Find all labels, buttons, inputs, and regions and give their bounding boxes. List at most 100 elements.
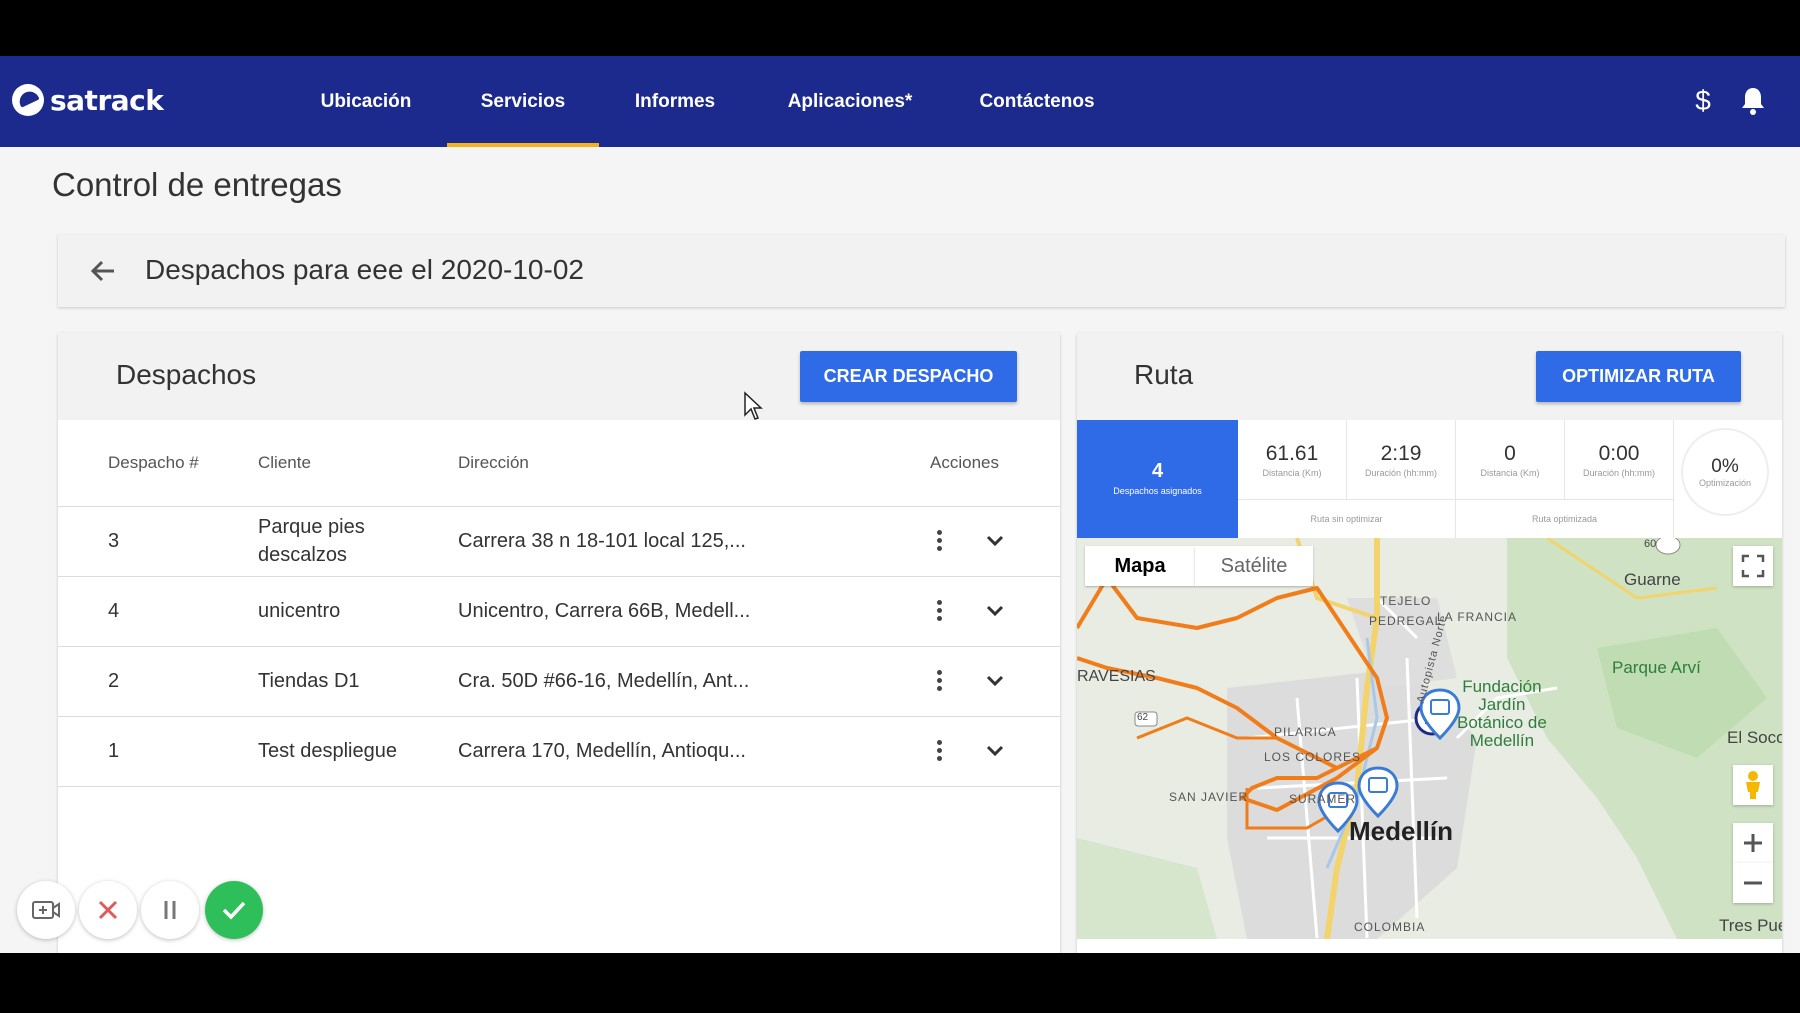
stat-value: 2:19 xyxy=(1380,442,1422,465)
table-row[interactable]: 3 Parque pies descalzos Carrera 38 n 18-… xyxy=(58,506,1060,577)
route-map[interactable]: Mapa Satélite 60 62 Guarne TEJELO PEDREG… xyxy=(1077,538,1782,939)
zoom-out-icon[interactable] xyxy=(1733,863,1773,903)
back-arrow-icon[interactable] xyxy=(86,253,122,289)
page-title: Control de entregas xyxy=(52,166,342,203)
street-view-pegman-icon[interactable] xyxy=(1733,765,1773,805)
row-direccion: Carrera 170, Medellín, Antioqu... xyxy=(458,716,888,787)
subheader-bar: Despachos para eee el 2020-10-02 xyxy=(58,235,1785,307)
chevron-down-icon[interactable] xyxy=(980,526,1010,556)
map-label-suramericana: SURAMER xyxy=(1289,792,1357,806)
more-options-icon[interactable] xyxy=(924,526,954,556)
map-label-tejelo: TEJELO xyxy=(1380,594,1432,608)
road-60-label: 60 xyxy=(1644,538,1657,550)
camera-icon[interactable] xyxy=(17,881,75,939)
brand-logo[interactable]: satrack xyxy=(12,82,164,118)
row-num: 4 xyxy=(58,576,258,647)
map-label-guarne: Guarne xyxy=(1624,570,1681,589)
mouse-cursor-icon xyxy=(744,391,763,420)
close-icon[interactable] xyxy=(79,881,137,939)
map-label-travesias: RAVESIAS xyxy=(1077,668,1156,685)
brand-name: satrack xyxy=(50,83,164,117)
top-navbar: satrack Ubicación Servicios Informes Apl… xyxy=(0,56,1800,147)
row-direccion: Carrera 38 n 18-101 local 125,... xyxy=(458,506,888,577)
map-label-pilarica: PILARICA xyxy=(1274,725,1337,739)
row-cliente: unicentro xyxy=(258,576,458,647)
despachos-asignados-label: Despachos asignados xyxy=(1113,486,1202,496)
chevron-down-icon[interactable] xyxy=(980,736,1010,766)
stat-value: 61.61 xyxy=(1265,442,1319,465)
table-row[interactable]: 1 Test despliegue Carrera 170, Medellín,… xyxy=(58,716,1060,787)
ruta-panel: Ruta OPTIMIZAR RUTA 4 Despachos asignado… xyxy=(1077,333,1782,953)
more-options-icon[interactable] xyxy=(924,596,954,626)
map-label-pedregal: PEDREGAL xyxy=(1369,614,1443,628)
stat-value: 0:00 xyxy=(1598,442,1640,465)
route-stats: 4 Despachos asignados 61.61 Distancia (K… xyxy=(1077,420,1782,538)
table-row[interactable]: 4 unicentro Unicentro, Carrera 66B, Mede… xyxy=(58,576,1060,647)
optimizar-ruta-button[interactable]: OPTIMIZAR RUTA xyxy=(1536,351,1741,402)
stat-distancia-opt: 0 Distancia (Km) xyxy=(1456,420,1565,500)
map-tab-satelite[interactable]: Satélite xyxy=(1195,546,1313,586)
map-label-san-javier: SAN JAVIER xyxy=(1169,790,1249,804)
optimizacion-label: Optimización xyxy=(1698,478,1752,488)
zoom-in-icon[interactable] xyxy=(1733,823,1773,863)
row-direccion: Cra. 50D #66-16, Medellín, Ant... xyxy=(458,646,888,717)
despachos-title: Despachos xyxy=(116,359,257,390)
despachos-panel-header: Despachos CREAR DESPACHO xyxy=(58,333,1060,420)
more-options-icon[interactable] xyxy=(924,666,954,696)
despachos-asignados-card: 4 Despachos asignados xyxy=(1077,420,1238,538)
stat-label: Distancia (Km) xyxy=(1480,468,1540,478)
app-screen: satrack Ubicación Servicios Informes Apl… xyxy=(0,56,1800,953)
stat-label: Distancia (Km) xyxy=(1262,468,1322,478)
row-cliente: Parque pies descalzos xyxy=(258,506,458,577)
map-label-el-socorro: El Socor xyxy=(1727,728,1782,747)
stat-label: Duración (hh:mm) xyxy=(1364,468,1438,478)
nav-servicios[interactable]: Servicios xyxy=(447,56,599,147)
row-num: 1 xyxy=(58,716,258,787)
ruta-sin-optimizar-label: Ruta sin optimizar xyxy=(1238,500,1456,538)
table-row[interactable]: 2 Tiendas D1 Cra. 50D #66-16, Medellín, … xyxy=(58,646,1060,717)
row-actions xyxy=(888,576,1060,647)
video-frame: satrack Ubicación Servicios Informes Apl… xyxy=(0,0,1800,1013)
row-cliente: Test despliegue xyxy=(258,716,458,787)
crear-despacho-button[interactable]: CREAR DESPACHO xyxy=(800,351,1017,402)
map-label-parque-arvi: Parque Arví xyxy=(1612,658,1701,677)
ruta-title: Ruta xyxy=(1134,359,1194,390)
map-label-jardin-botanico: Fundación Jardín Botánico de Medellín xyxy=(1457,677,1547,750)
map-tab-mapa[interactable]: Mapa xyxy=(1085,546,1195,586)
row-actions xyxy=(888,716,1060,787)
dollar-icon[interactable]: $ xyxy=(1683,81,1723,121)
col-acciones: Acciones xyxy=(888,420,1060,507)
row-num: 3 xyxy=(58,506,258,577)
despachos-panel: Despachos CREAR DESPACHO Despacho # Clie… xyxy=(58,333,1060,953)
table-header-row: Despacho # Cliente Dirección Acciones xyxy=(58,420,1060,507)
bell-icon[interactable] xyxy=(1733,81,1773,121)
nav-informes[interactable]: Informes xyxy=(620,56,730,147)
road-62-label: 62 xyxy=(1137,712,1149,723)
ruta-panel-header: Ruta OPTIMIZAR RUTA xyxy=(1077,333,1782,420)
satrack-logo-icon xyxy=(12,84,44,116)
chevron-down-icon[interactable] xyxy=(980,596,1010,626)
pause-icon[interactable] xyxy=(141,881,199,939)
col-direccion[interactable]: Dirección xyxy=(458,420,888,507)
chevron-down-icon[interactable] xyxy=(980,666,1010,696)
row-actions xyxy=(888,646,1060,717)
check-icon[interactable] xyxy=(205,881,263,939)
nav-aplicaciones[interactable]: Aplicaciones* xyxy=(770,56,930,147)
row-cliente: Tiendas D1 xyxy=(258,646,458,717)
despachos-date-title: Despachos para eee el 2020-10-02 xyxy=(145,254,584,285)
optimizacion-value: 0% xyxy=(1711,456,1739,477)
col-cliente[interactable]: Cliente xyxy=(258,420,458,507)
nav-contactenos[interactable]: Contáctenos xyxy=(967,56,1107,147)
despachos-table: Despacho # Cliente Dirección Acciones 3 … xyxy=(58,420,1060,787)
ruta-optimizada-label: Ruta optimizada xyxy=(1456,500,1674,538)
map-label-tres-puertas: Tres Puer xyxy=(1719,916,1782,935)
more-options-icon[interactable] xyxy=(924,736,954,766)
stat-duracion-opt: 0:00 Duración (hh:mm) xyxy=(1565,420,1674,500)
nav-ubicacion[interactable]: Ubicación xyxy=(300,56,432,147)
col-despacho-num[interactable]: Despacho # xyxy=(58,420,258,507)
row-num: 2 xyxy=(58,646,258,717)
stat-distancia-sin-opt: 61.61 Distancia (Km) xyxy=(1238,420,1347,500)
fullscreen-icon[interactable] xyxy=(1733,546,1773,586)
map-label-colombia: COLOMBIA xyxy=(1354,920,1426,934)
stat-label: Duración (hh:mm) xyxy=(1582,468,1656,478)
